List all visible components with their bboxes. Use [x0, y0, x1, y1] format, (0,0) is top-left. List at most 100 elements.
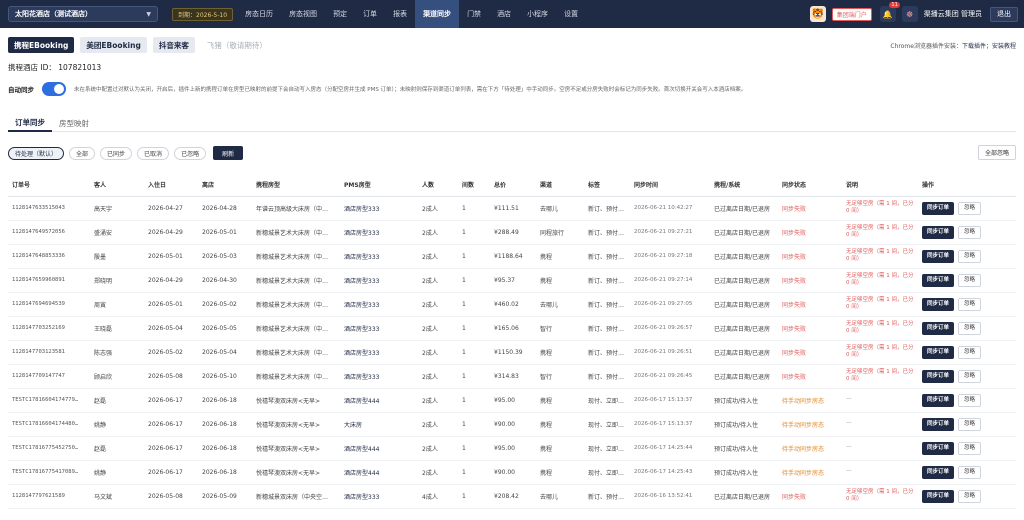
cell-order: 1128147694694539 [8, 292, 90, 317]
cell-sync-time: 2026-06-21 09:26:57 [630, 316, 710, 341]
platform-tab[interactable]: 抖音来客 [152, 37, 195, 53]
column-header: 标签 [584, 174, 630, 197]
ignore-button[interactable]: 忽略 [958, 417, 982, 431]
sync-order-button[interactable]: 同步订单 [922, 441, 955, 455]
cell-system: 已过离店日期/已退房 [710, 268, 778, 293]
auto-sync-toggle[interactable] [42, 82, 66, 96]
notification-bell-icon[interactable]: 🔔 11 [879, 2, 900, 22]
refresh-button[interactable]: 刷新 [213, 146, 244, 160]
ignore-button[interactable]: 忽略 [958, 369, 982, 383]
cell-pms-room: 酒店房型444 [340, 436, 418, 461]
cell-channel: 智行 [536, 364, 584, 389]
logout-button[interactable]: 退出 [990, 6, 1018, 22]
ignore-button[interactable]: 忽略 [958, 273, 982, 287]
sync-order-button[interactable]: 同步订单 [922, 393, 955, 407]
column-header: 渠道 [536, 174, 584, 197]
cell-people: 2成人 [418, 220, 458, 245]
column-header: 间数 [458, 174, 490, 197]
user-icon[interactable]: ☸ [901, 6, 918, 22]
ignore-button[interactable]: 忽略 [958, 321, 982, 335]
cell-price: ¥1188.64 [490, 244, 536, 269]
cell-sync-time: 2026-06-21 09:26:51 [630, 340, 710, 365]
nav-item[interactable]: 房态视图 [281, 0, 325, 28]
sync-order-button[interactable]: 同步订单 [922, 249, 955, 263]
sync-order-button[interactable]: 同步订单 [922, 417, 955, 431]
nav-item[interactable]: 小程序 [519, 0, 556, 28]
filter-chip[interactable]: 待处理（默认） [8, 146, 65, 160]
cell-checkout: 2026-05-03 [198, 244, 252, 269]
sync-order-button[interactable]: 同步订单 [922, 273, 955, 287]
cell-tags: 现付、立即… [584, 412, 630, 437]
sync-order-button[interactable]: 同步订单 [922, 225, 955, 239]
nav-item[interactable]: 订单 [355, 0, 385, 28]
filter-chip[interactable]: 已忽略 [174, 146, 207, 160]
expiry-date-badge: 到期：2026-5-10 [172, 7, 234, 21]
cell-guest: 顾启欣 [90, 364, 144, 389]
filter-chip[interactable]: 已同步 [100, 146, 133, 160]
column-header: 人数 [418, 174, 458, 197]
cell-pms-room: 酒店房型333 [340, 484, 418, 509]
cell-checkin: 2026-05-08 [144, 484, 198, 509]
nav-item[interactable]: 房态日历 [237, 0, 281, 28]
ignore-button[interactable]: 忽略 [958, 345, 982, 359]
avatar[interactable]: 🐯 [809, 6, 826, 22]
ctrip-hotel-id: 携程酒店 ID： 107821013 [8, 63, 102, 72]
sub-tab[interactable]: 订单同步 [8, 114, 52, 132]
hotel-selector[interactable]: 太阳花酒店（测试酒店） ▼ [8, 6, 158, 22]
nav-item[interactable]: 设置 [556, 0, 586, 28]
nav-item[interactable]: 酒店 [489, 0, 519, 28]
ignore-button[interactable]: 忽略 [958, 249, 982, 263]
sync-order-button[interactable]: 同步订单 [922, 297, 955, 311]
ignore-button[interactable]: 忽略 [958, 393, 982, 407]
ignore-button[interactable]: 忽略 [958, 201, 982, 215]
ignore-button[interactable]: 忽略 [958, 489, 982, 503]
cell-channel: 智行 [536, 316, 584, 341]
ignore-button[interactable]: 忽略 [958, 465, 982, 479]
cell-system: 预订成功/待入住 [710, 388, 778, 413]
cell-ctrip-room: 新穗城景艺术大床房（中… [252, 244, 340, 269]
cell-people: 4成人 [418, 484, 458, 509]
group-portal-button[interactable]: 集团端门户 [831, 7, 872, 21]
download-plugin-link[interactable]: 下载插件 [962, 43, 986, 50]
filter-chip[interactable]: 全部 [69, 146, 96, 160]
ignore-button[interactable]: 忽略 [958, 441, 982, 455]
ignore-all-button[interactable]: 全部忽略 [977, 145, 1016, 160]
cell-desc: 无足够空房（需 1 间，已分 0 间） [842, 268, 918, 293]
cell-channel: 携程 [536, 268, 584, 293]
cell-ctrip-room: 新穗城景双床房（中央空… [252, 484, 340, 509]
cell-sync-time: 2026-06-17 15:13:37 [630, 388, 710, 413]
sync-order-button[interactable]: 同步订单 [922, 489, 955, 503]
sub-tab[interactable]: 房型映射 [52, 114, 96, 132]
cell-desc: 无足够空房（需 1 间，已分 0 间） [842, 196, 918, 221]
nav-item[interactable]: 报表 [385, 0, 415, 28]
cell-tags: 新订、预付… [584, 340, 630, 365]
platform-tab[interactable]: 美团EBooking [80, 37, 147, 53]
cell-desc: — [842, 436, 918, 461]
cell-rooms: 1 [458, 484, 490, 509]
column-header: 操作 [918, 174, 1016, 197]
nav-item[interactable]: 渠道同步 [415, 0, 460, 28]
ignore-button[interactable]: 忽略 [958, 225, 982, 239]
cell-status: 同步失败 [778, 268, 842, 293]
filter-chip[interactable]: 已取消 [137, 146, 170, 160]
column-header: 携程/系统 [710, 174, 778, 197]
nav-item[interactable]: 预定 [325, 0, 355, 28]
sync-order-button[interactable]: 同步订单 [922, 201, 955, 215]
cell-system: 预订成功/待入住 [710, 460, 778, 485]
cell-channel: 携程 [536, 412, 584, 437]
sync-order-button[interactable]: 同步订单 [922, 369, 955, 383]
cell-order: 1128147633515043 [8, 196, 90, 221]
sync-order-button[interactable]: 同步订单 [922, 345, 955, 359]
cell-guest: 赵磊 [90, 436, 144, 461]
sync-order-button[interactable]: 同步订单 [922, 465, 955, 479]
cell-status: 同步失败 [778, 220, 842, 245]
sync-order-button[interactable]: 同步订单 [922, 321, 955, 335]
platform-tab[interactable]: 携程EBooking [8, 37, 75, 53]
cell-status: 待手动同步房态 [778, 436, 842, 461]
cell-ctrip-room: 年谱云顶高级大床房（中… [252, 196, 340, 221]
ignore-button[interactable]: 忽略 [958, 297, 982, 311]
install-tutorial-link[interactable]: 安装教程 [992, 43, 1016, 50]
cell-actions: 同步订单 忽略 [918, 436, 1016, 461]
cell-price: ¥288.49 [490, 220, 536, 245]
nav-item[interactable]: 门禁 [459, 0, 489, 28]
